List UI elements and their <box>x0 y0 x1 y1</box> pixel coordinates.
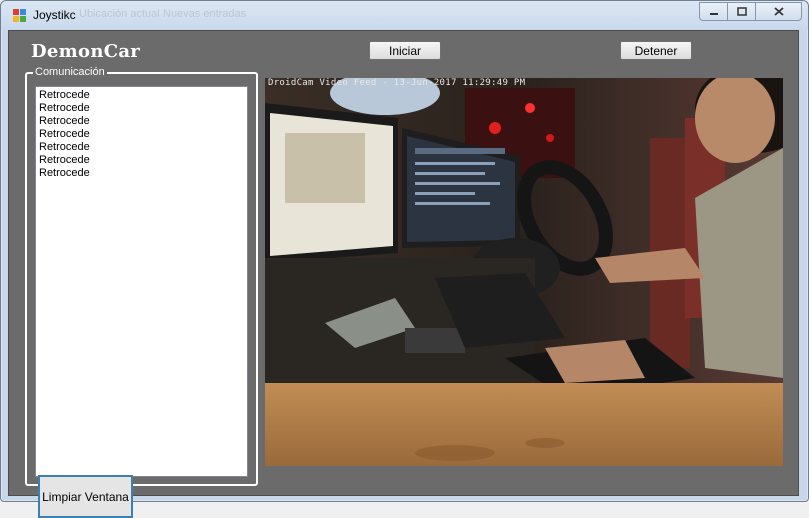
close-button[interactable] <box>755 2 802 21</box>
clear-window-button[interactable]: Limpiar Ventana <box>38 475 133 518</box>
brand-title: DemonCar <box>31 41 141 62</box>
communication-log[interactable]: Retrocede Retrocede Retrocede Retrocede … <box>35 86 248 477</box>
camera-image <box>265 78 783 466</box>
start-button[interactable]: Iniciar <box>369 41 441 60</box>
communication-groupbox: Comunicación Retrocede Retrocede Retroce… <box>25 66 258 518</box>
close-icon <box>773 7 784 16</box>
stop-button[interactable]: Detener <box>620 41 692 60</box>
minimize-icon <box>709 12 718 15</box>
maximize-icon <box>736 7 747 16</box>
log-entry[interactable]: Retrocede <box>39 167 244 180</box>
video-timestamp-overlay: DroidCam Video Feed - 13-Jun-2017 11:29:… <box>268 78 526 88</box>
minimize-button[interactable] <box>699 2 728 21</box>
app-window: Joystikc Ubicación actual Nuevas entrada… <box>0 0 809 518</box>
background-text: Nuevas entradas <box>163 8 247 20</box>
maximize-button[interactable] <box>727 2 756 21</box>
log-entry[interactable]: Retrocede <box>39 128 244 141</box>
groupbox-legend: Comunicación <box>33 66 107 79</box>
window-title: Joystikc <box>33 8 76 22</box>
log-entry[interactable]: Retrocede <box>39 154 244 167</box>
app-icon <box>13 9 27 23</box>
background-text: Ubicación actual <box>79 8 160 20</box>
log-entry[interactable]: Retrocede <box>39 115 244 128</box>
title-bar[interactable]: Joystikc Ubicación actual Nuevas entrada… <box>1 1 808 29</box>
client-area: DemonCar Iniciar Detener Comunicación Re… <box>8 30 799 518</box>
video-feed: DroidCam Video Feed - 13-Jun-2017 11:29:… <box>265 78 783 466</box>
log-entry[interactable]: Retrocede <box>39 141 244 154</box>
log-entry[interactable]: Retrocede <box>39 102 244 115</box>
log-entry[interactable]: Retrocede <box>39 89 244 102</box>
